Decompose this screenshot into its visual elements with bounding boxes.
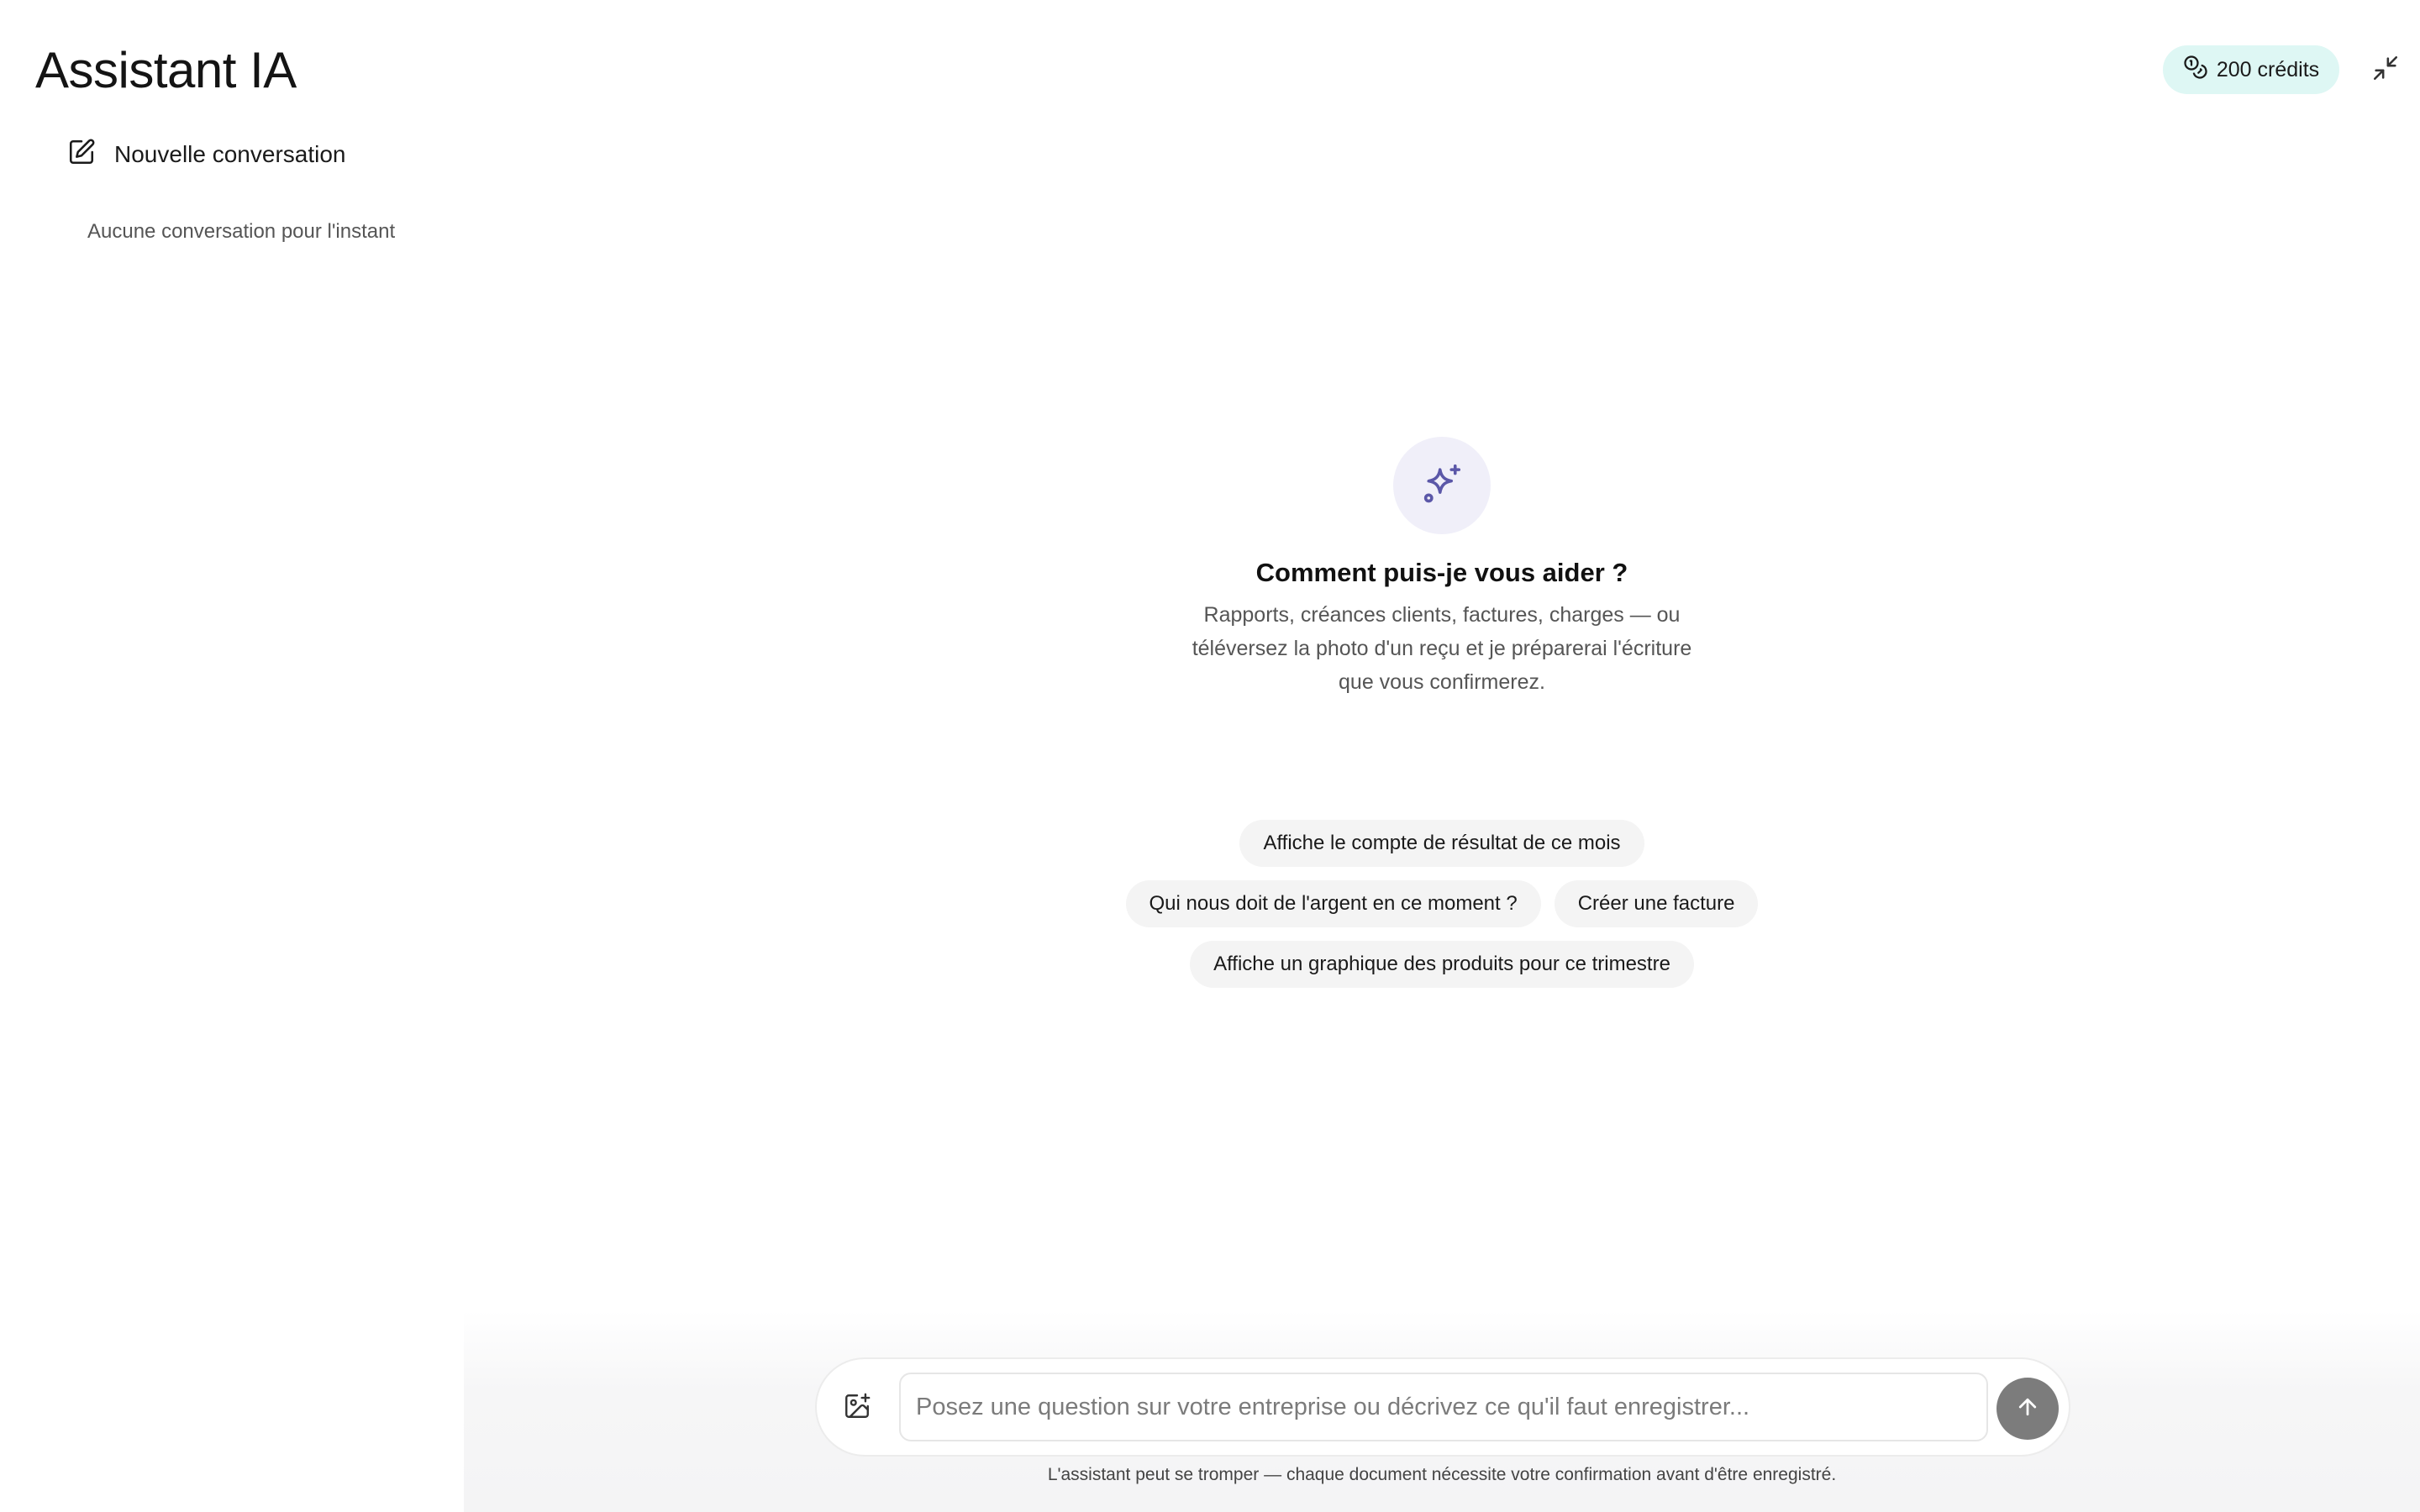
suggestion-chip[interactable]: Créer une facture bbox=[1554, 880, 1759, 927]
sidebar: Nouvelle conversation Aucune conversatio… bbox=[0, 126, 464, 1512]
suggestion-row: Affiche un graphique des produits pour c… bbox=[1190, 941, 1694, 988]
new-conversation-label: Nouvelle conversation bbox=[114, 141, 346, 167]
message-input[interactable] bbox=[899, 1373, 1988, 1441]
message-composer bbox=[815, 1357, 2070, 1457]
suggestion-chip[interactable]: Affiche le compte de résultat de ce mois bbox=[1239, 820, 1644, 867]
app-window: Assistant IA 200 crédits Nouvelle conver… bbox=[0, 0, 2420, 1512]
page-title: Assistant IA bbox=[35, 42, 297, 98]
main-panel: Comment puis-je vous aider ? Rapports, c… bbox=[464, 0, 2420, 1512]
welcome-description: Rapports, créances clients, factures, ch… bbox=[1192, 603, 1692, 694]
disclaimer-text: L'assistant peut se tromper — chaque doc… bbox=[1047, 1465, 1837, 1484]
suggestion-row: Affiche le compte de résultat de ce mois bbox=[1239, 820, 1644, 867]
composer-area: L'assistant peut se tromper — chaque doc… bbox=[464, 1310, 2420, 1512]
arrow-up-icon bbox=[2015, 1394, 2040, 1424]
suggestion-chip[interactable]: Affiche un graphique des produits pour c… bbox=[1190, 941, 1694, 988]
attach-image-button[interactable] bbox=[840, 1391, 874, 1425]
edit-icon bbox=[67, 138, 96, 172]
welcome-title: Comment puis-je vous aider ? bbox=[1255, 558, 1628, 587]
new-conversation-button[interactable]: Nouvelle conversation bbox=[67, 133, 346, 176]
suggestion-list: Affiche le compte de résultat de ce mois… bbox=[464, 820, 2420, 988]
empty-conversations-text: Aucune conversation pour l'instant bbox=[87, 220, 396, 243]
image-plus-icon bbox=[843, 1392, 871, 1425]
suggestion-row: Qui nous doit de l'argent en ce moment ?… bbox=[1125, 880, 1759, 927]
suggestion-chip[interactable]: Qui nous doit de l'argent en ce moment ? bbox=[1125, 880, 1541, 927]
sparkles-icon bbox=[1419, 461, 1465, 511]
send-button[interactable] bbox=[1996, 1378, 2059, 1440]
hero-icon-circle bbox=[1393, 437, 1491, 534]
